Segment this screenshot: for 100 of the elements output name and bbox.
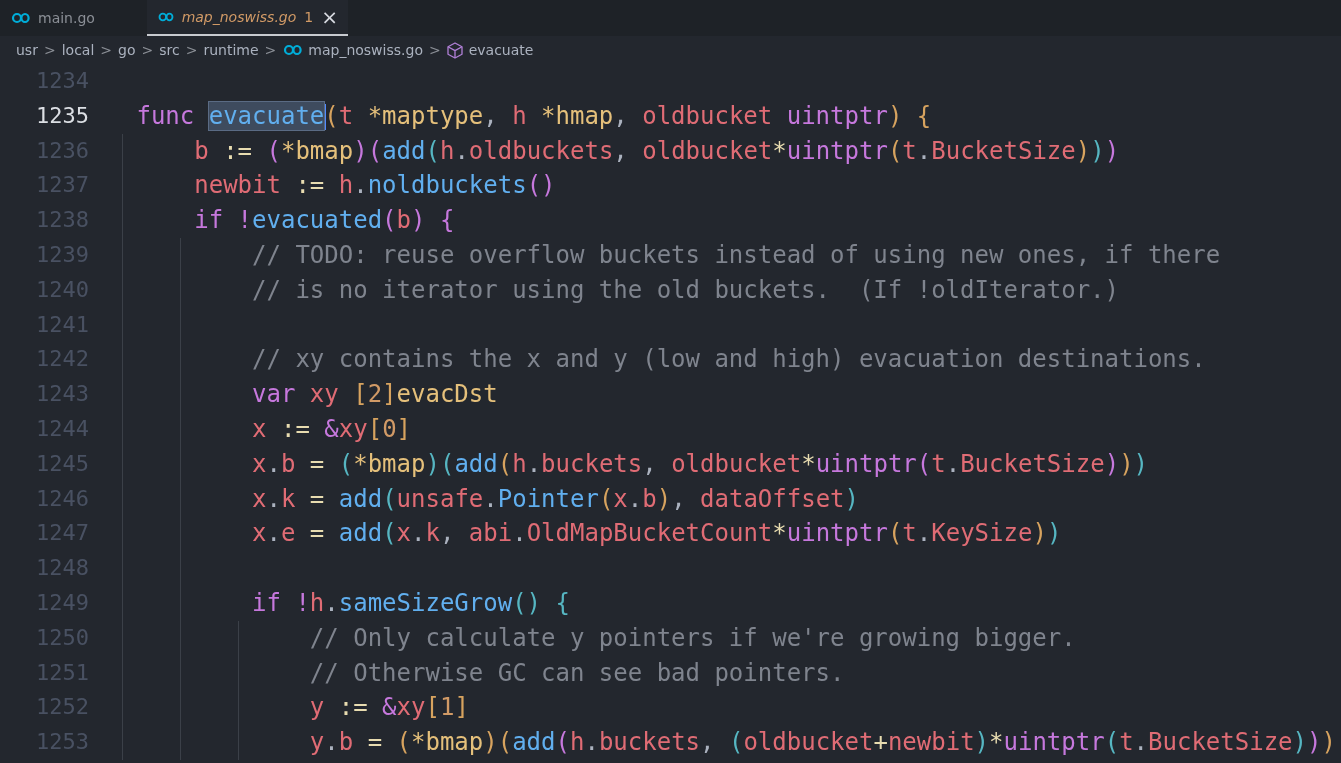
code-token: b (280, 449, 297, 478)
code-token: buckets (598, 728, 701, 757)
code-token: x (396, 519, 412, 548)
code-token: x (613, 484, 628, 513)
code-token: () (526, 171, 556, 200)
code-token: ) (1104, 136, 1120, 165)
code-token: . (945, 449, 961, 478)
code-token: k (280, 484, 297, 513)
code-token: . (526, 449, 542, 478)
code-token: add (382, 136, 426, 165)
code-comment: // is no iterator using the old buckets. (If !oldIterator.) (252, 275, 1119, 304)
code-token: x (252, 449, 267, 478)
code-token: k (425, 519, 440, 548)
code-token: ( (1104, 728, 1120, 757)
code-token: . (324, 728, 339, 757)
code-token: evacDst (396, 380, 498, 409)
code-token: h (512, 101, 528, 130)
breadcrumb-item[interactable]: map_noswiss.go (308, 42, 423, 58)
code-token: ) { (411, 206, 455, 235)
code-token: * (772, 136, 787, 165)
code-token: = (309, 484, 326, 513)
code-token: b (194, 136, 210, 165)
code-token: b (396, 206, 411, 235)
code-token: ( (338, 449, 354, 478)
code-token: x (252, 414, 268, 443)
code-token: t (931, 449, 946, 478)
line-number: 1235 (35, 101, 89, 130)
code-token: := (338, 693, 369, 722)
code-token: , (613, 101, 629, 130)
code-token: abi (468, 519, 513, 548)
code-token: ) (1032, 519, 1047, 548)
code-comment: // Otherwise GC can see bad pointers. (309, 658, 845, 687)
code-token: , (671, 484, 687, 513)
code-token: y (309, 728, 325, 757)
code-token: ) (1046, 519, 1062, 548)
breadcrumb-item[interactable]: runtime (203, 42, 259, 58)
file-type-icon (10, 12, 30, 24)
code-token: . (266, 449, 281, 478)
breadcrumb-item[interactable]: local (61, 42, 95, 58)
code-token: )( (483, 728, 513, 757)
code-token: := (223, 136, 254, 165)
code-token: . (627, 484, 643, 513)
tab-label: map_noswiss.go (181, 9, 297, 25)
close-icon[interactable]: × (321, 7, 338, 27)
code-token: ( (497, 449, 513, 478)
code-token: 1 (439, 693, 455, 722)
code-token: ) (1133, 449, 1149, 478)
code-token: unsafe (396, 484, 484, 513)
code-token: . (266, 484, 281, 513)
code-token: buckets (541, 449, 643, 478)
breadcrumb-separator: > (100, 42, 113, 58)
code-token: KeySize (931, 519, 1033, 548)
code-token: ) (656, 484, 672, 513)
code-token: oldbucket (743, 728, 874, 757)
code-token: Pointer (497, 484, 599, 513)
breadcrumb-item[interactable]: usr (16, 42, 38, 58)
code-token: * (801, 449, 816, 478)
code-token: . (483, 484, 498, 513)
breadcrumb-item[interactable]: src (159, 42, 180, 58)
code-token: t (902, 136, 917, 165)
editor-tab[interactable]: map_noswiss.go 1 × (147, 0, 348, 36)
code-token: oldbucket (642, 136, 773, 165)
code-token: ) (1292, 728, 1307, 757)
code-token: uintptr (815, 449, 917, 478)
code-token: ( (598, 484, 614, 513)
breadcrumb-separator: > (43, 42, 56, 58)
code-token: func (136, 101, 196, 130)
code-token: . (916, 519, 932, 548)
code-token: , (483, 101, 499, 130)
code-token: . (454, 136, 469, 165)
code-token: ) (1090, 136, 1105, 165)
code-token: . (916, 136, 932, 165)
breadcrumb-item[interactable]: go (118, 42, 136, 58)
file-type-icon (157, 11, 174, 23)
code-token: add (338, 484, 383, 513)
code-token: ( (555, 728, 570, 757)
code-token: t (1119, 728, 1134, 757)
code-token: OldMapBucketCount (526, 519, 773, 548)
code-token: oldbuckets (468, 136, 614, 165)
code-comment: // TODO: reuse overflow buckets instead of using new ones, if there (252, 241, 1221, 269)
code-token: , (642, 449, 658, 478)
code-token: ] (396, 414, 412, 443)
code-token: . (324, 588, 339, 617)
code-token: . (584, 728, 599, 757)
code-token: . (512, 519, 527, 548)
code-token: [ (353, 380, 368, 409)
problem-count: 1 (304, 9, 314, 25)
code-token: = (309, 449, 326, 478)
code-token: ( (887, 136, 903, 165)
code-token: )( (425, 449, 455, 478)
breadcrumb-separator: > (428, 42, 441, 58)
code-token: ( (382, 206, 397, 235)
code-token: oldbucket (642, 101, 774, 130)
cube-icon (446, 41, 463, 59)
code-token: h (309, 588, 325, 617)
code-token: ] (382, 380, 397, 409)
code-token: uintptr (1003, 728, 1105, 757)
breadcrumb-item[interactable]: evacuate (468, 42, 534, 58)
code-token: [ (425, 693, 440, 722)
code-token: xy (396, 693, 426, 722)
